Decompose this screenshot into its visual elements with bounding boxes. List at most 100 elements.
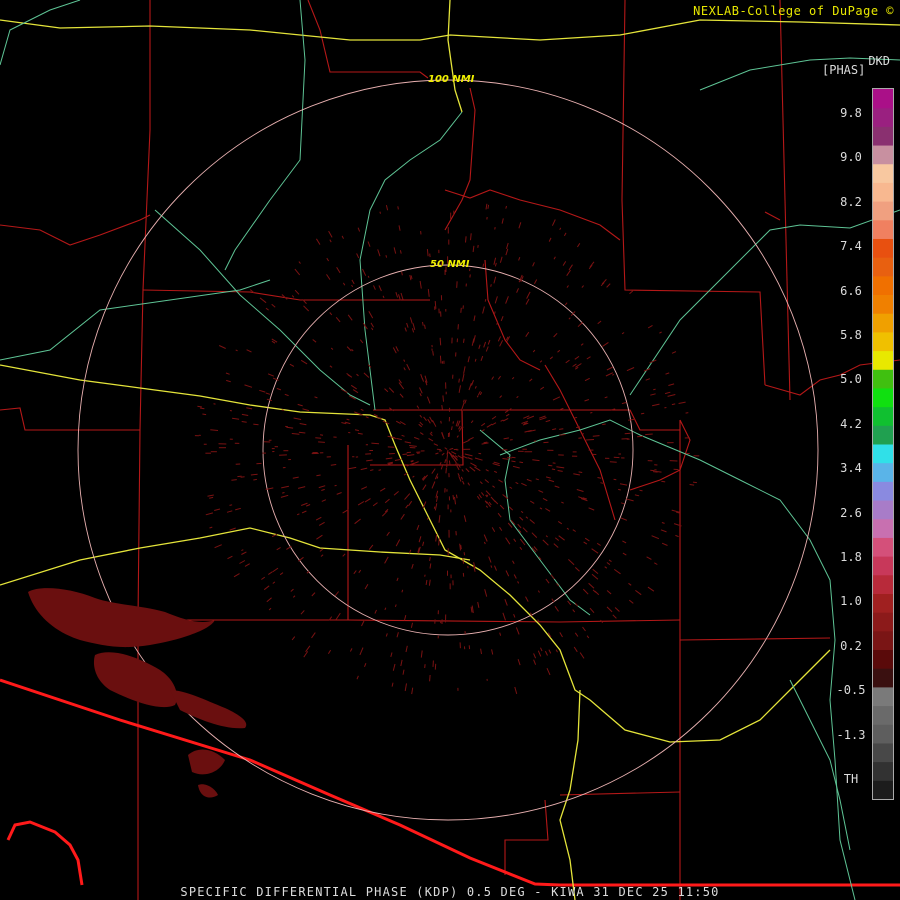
radar-speckle-mark: [300, 610, 305, 615]
radar-speckle-mark: [207, 494, 214, 497]
radar-speckle-mark: [241, 421, 247, 423]
radar-speckle-mark: [299, 423, 307, 426]
radar-speckle-mark: [465, 468, 470, 473]
radar-speckle-mark: [398, 382, 405, 390]
legend-color-swatch: [873, 686, 893, 707]
radar-speckle-mark: [602, 423, 606, 426]
radar-speckle-mark: [568, 317, 571, 320]
radar-speckle-mark: [591, 548, 599, 554]
radar-speckle-mark: [379, 487, 386, 492]
radar-speckle-mark: [348, 466, 357, 470]
radar-speckle-mark: [351, 284, 354, 288]
radar-speckle-mark: [505, 248, 509, 256]
radar-speckle-mark: [404, 327, 407, 332]
radar-speckle-mark: [604, 566, 608, 569]
radar-speckle-mark: [601, 279, 607, 285]
radar-speckle-mark: [281, 409, 285, 411]
radar-speckle-mark: [619, 483, 628, 486]
legend-color-swatch: [873, 518, 893, 538]
radar-speckle-mark: [265, 307, 269, 311]
radar-speckle-mark: [385, 204, 389, 211]
radar-speckle-mark: [408, 549, 412, 554]
radar-speckle-mark: [509, 486, 513, 489]
radar-speckle-mark: [280, 494, 289, 498]
radar-speckle-mark: [419, 421, 424, 426]
radar-speckle-mark: [628, 582, 632, 586]
radar-speckle-mark: [596, 542, 601, 546]
radar-speckle-mark: [463, 338, 465, 343]
radar-speckle-mark: [490, 284, 492, 287]
radar-speckle-mark: [395, 346, 399, 352]
radar-speckle-mark: [298, 261, 301, 264]
radar-speckle-mark: [661, 480, 666, 483]
radar-speckle-mark: [316, 534, 323, 540]
radar-speckle-mark: [401, 434, 405, 437]
radar-speckle-mark: [618, 488, 621, 491]
radar-speckle-mark: [402, 669, 405, 675]
radar-speckle-mark: [493, 470, 498, 473]
radar-speckle-mark: [526, 291, 531, 299]
radar-speckle-mark: [233, 573, 240, 578]
legend-color-swatch: [873, 556, 893, 576]
radar-speckle-mark: [606, 366, 613, 371]
radar-speckle-mark: [199, 407, 205, 410]
radar-speckle-mark: [548, 237, 552, 242]
radar-speckle-mark: [517, 523, 522, 529]
radar-speckle-mark: [499, 504, 505, 510]
radar-speckle-mark: [476, 395, 479, 398]
legend-tick-label: 4.2: [840, 416, 862, 431]
radar-speckle-mark: [461, 373, 465, 382]
radar-speckle-mark: [452, 494, 455, 500]
radar-speckle-mark: [464, 399, 467, 404]
radar-speckle-mark: [653, 388, 656, 391]
radar-speckle-mark: [482, 306, 485, 314]
radar-speckle-mark: [493, 276, 497, 284]
radar-speckle-mark: [574, 366, 579, 370]
radar-speckle-mark: [474, 466, 481, 472]
radar-speckle-mark: [545, 578, 550, 584]
radar-speckle-mark: [468, 436, 474, 441]
radar-speckle-mark: [378, 469, 382, 471]
radar-speckle-mark: [455, 494, 458, 499]
radar-speckle-mark: [439, 337, 442, 346]
radar-speckle-mark: [239, 560, 246, 564]
radar-speckle-mark: [432, 419, 437, 427]
radar-speckle-mark: [451, 426, 453, 431]
radar-speckle-mark: [400, 513, 405, 520]
radar-speckle-mark: [218, 345, 226, 349]
radar-speckle-mark: [403, 367, 406, 371]
radar-speckle-mark: [537, 590, 540, 593]
radar-speckle-mark: [481, 429, 485, 432]
legend-tick-label: TH: [843, 772, 859, 786]
radar-speckle-mark: [514, 686, 518, 695]
radar-speckle-mark: [584, 537, 590, 542]
radar-speckle-mark: [271, 303, 276, 308]
radar-speckle-mark: [454, 496, 456, 505]
radar-speckle-mark: [318, 485, 326, 489]
radar-speckle-mark: [209, 526, 213, 529]
radar-speckle-mark: [651, 403, 660, 407]
radar-speckle-mark: [205, 512, 214, 516]
radar-speckle-mark: [302, 408, 310, 412]
radar-speckle-mark: [420, 650, 423, 658]
radar-speckle-mark: [628, 418, 635, 421]
radar-speckle-mark: [416, 405, 420, 409]
radar-speckle-mark: [301, 510, 307, 514]
radar-speckle-mark: [214, 508, 221, 511]
radar-speckle-mark: [303, 305, 310, 312]
radar-speckle-mark: [470, 462, 477, 467]
radar-speckle-mark: [347, 374, 351, 377]
radar-speckle-mark: [379, 211, 381, 214]
radar-speckle-mark: [478, 494, 482, 499]
radar-speckle-mark: [572, 609, 576, 613]
radar-speckle-mark: [372, 502, 378, 507]
radar-speckle-mark: [431, 481, 436, 489]
radar-speckle-mark: [480, 355, 484, 361]
radar-speckle-mark: [472, 245, 475, 253]
radar-speckle-mark: [490, 565, 493, 568]
radar-speckle-mark: [444, 447, 448, 450]
radar-speckle-mark: [491, 422, 497, 426]
radar-speckle-mark: [539, 360, 543, 363]
radar-speckle-mark: [286, 426, 294, 429]
legend-tick-label: -1.3: [836, 727, 866, 742]
